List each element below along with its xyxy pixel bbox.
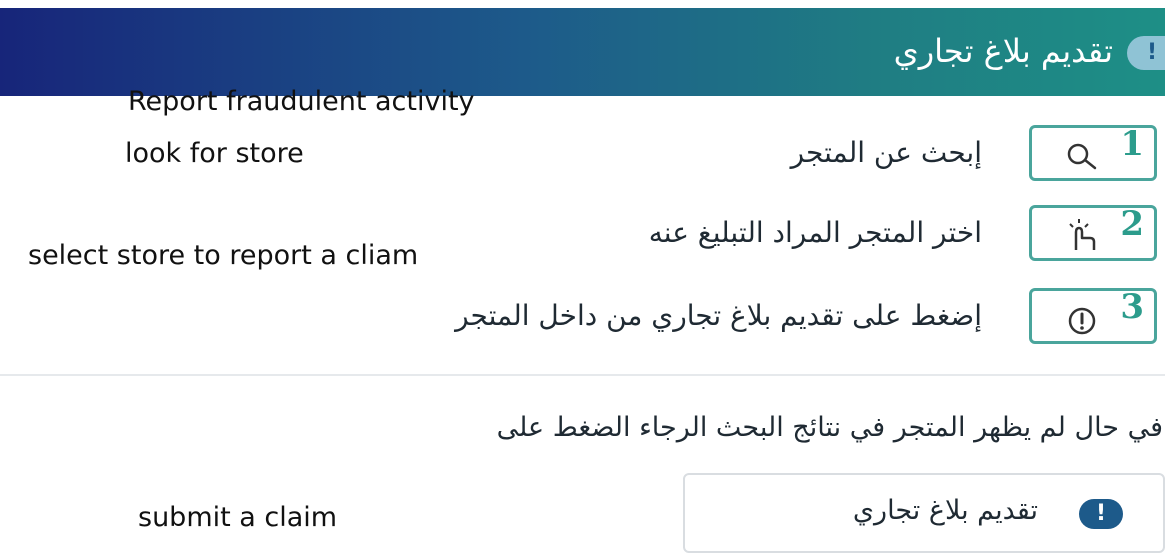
step-1-box: 1	[1029, 124, 1157, 181]
step-1-number: 1	[1120, 124, 1144, 164]
exclamation-icon: !	[1079, 499, 1123, 529]
exclamation-icon: !	[1127, 36, 1165, 70]
step-3-box: 3	[1029, 287, 1157, 344]
step-1-label-ar: إبحث عن المتجر	[790, 136, 982, 169]
tap-icon	[1069, 219, 1096, 250]
step-3-label-ar: إضغط على تقديم بلاغ تجاري من داخل المتجر	[455, 299, 982, 332]
step-2-number: 2	[1120, 204, 1144, 244]
step-2-label-en: select store to report a cliam	[28, 240, 419, 271]
step-2-box: 2	[1029, 204, 1157, 261]
step-1-label-en: look for store	[125, 138, 304, 169]
submit-claim-button[interactable]: تقديم بلاغ تجاري !	[683, 473, 1165, 553]
search-icon	[1067, 143, 1097, 170]
step-2-label-ar: اختر المتجر المراد التبليغ عنه	[648, 216, 982, 249]
notice-text: في حال لم يظهر المتجر في نتائج البحث الر…	[496, 412, 1163, 443]
header-bar: تقديم بلاغ تجاري !	[0, 8, 1165, 96]
alert-icon	[1068, 307, 1096, 335]
subtitle-en: Report fraudulent activity	[128, 86, 475, 117]
step-3-number: 3	[1120, 287, 1144, 327]
claim-label-en: submit a claim	[138, 502, 338, 533]
divider	[0, 374, 1165, 376]
page-title: تقديم بلاغ تجاري	[893, 32, 1113, 70]
submit-claim-button-label: تقديم بلاغ تجاري	[852, 495, 1038, 526]
